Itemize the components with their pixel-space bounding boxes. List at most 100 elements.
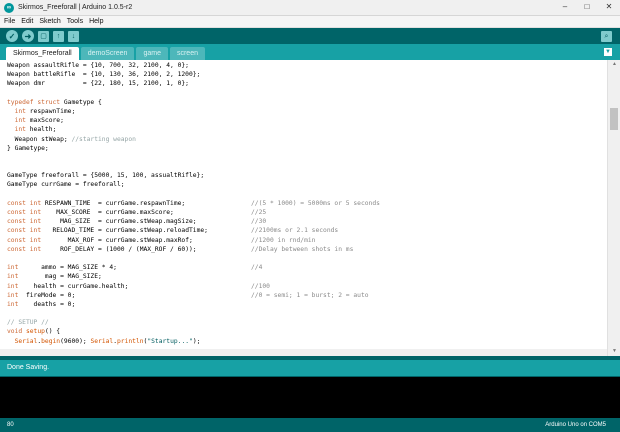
code-line[interactable]: const int ROF_DELAY = (1000 / (MAX_ROF /… xyxy=(7,245,607,254)
code-text: const int RELOAD_TIME = currGame.stWeap.… xyxy=(7,227,208,235)
tab-screen[interactable]: screen xyxy=(169,47,205,60)
code-line[interactable] xyxy=(7,254,607,263)
code-comment: //(5 * 1000) = 5000ms or 5 seconds xyxy=(251,199,380,207)
code-text: GameType freeforall = {5000, 15, 100, as… xyxy=(7,172,205,180)
menu-tools[interactable]: Tools xyxy=(67,18,83,25)
new-file-icon: ▢ xyxy=(40,33,47,40)
code-line[interactable]: } Gametype; xyxy=(7,144,607,153)
code-line[interactable]: Weapon dmr = {22, 180, 15, 2100, 1, 0}; xyxy=(7,79,607,88)
code-text: int health; xyxy=(14,126,57,134)
vertical-scrollbar[interactable]: ▲ ▼ xyxy=(607,60,620,356)
menu-edit[interactable]: Edit xyxy=(21,18,33,25)
magnifier-icon: ⌕ xyxy=(604,33,609,40)
arrow-right-icon: ➜ xyxy=(24,31,32,41)
code-line[interactable]: int maxScore; xyxy=(7,116,607,125)
code-text: const int MAX_SCORE = currGame.maxScore; xyxy=(7,209,174,216)
maximize-button[interactable]: □ xyxy=(576,0,598,14)
code-comment: //Delay between shots in ms xyxy=(251,245,354,253)
code-line[interactable]: GameType freeforall = {5000, 15, 100, as… xyxy=(7,171,607,180)
code-line[interactable] xyxy=(7,309,607,318)
save-sketch-button[interactable]: ↓ xyxy=(68,30,79,42)
menu-sketch[interactable]: Sketch xyxy=(39,18,60,25)
code-text: int health = currGame.health; xyxy=(7,282,129,290)
code-line[interactable]: typedef struct Gametype { xyxy=(7,98,607,107)
code-text: int ammo = MAG_SIZE * 4; xyxy=(7,264,117,272)
code-line[interactable]: // SETUP // xyxy=(7,318,607,327)
scrollbar-thumb[interactable] xyxy=(610,108,618,130)
code-comment: //4 xyxy=(251,264,263,272)
checkmark-icon: ✓ xyxy=(8,31,16,41)
code-editor[interactable]: Weapon assaultRifle = {10, 700, 32, 2100… xyxy=(0,60,607,356)
code-comment: //0 = semi; 1 = burst; 2 = auto xyxy=(251,291,369,299)
horizontal-scrollbar[interactable] xyxy=(0,349,607,356)
code-text: const int RESPAWN_TIME = currGame.respaw… xyxy=(7,199,186,207)
arrow-down-icon: ↓ xyxy=(71,32,76,40)
code-line[interactable]: Weapon battleRifle = {10, 130, 36, 2100,… xyxy=(7,70,607,79)
code-line[interactable] xyxy=(7,153,607,162)
new-sketch-button[interactable]: ▢ xyxy=(38,30,49,42)
line-number: 80 xyxy=(7,422,14,428)
tab-menu-button[interactable]: ▼ xyxy=(604,48,612,56)
code-line[interactable]: int mag = MAG_SIZE; xyxy=(7,272,607,281)
code-text: GameType currGame = freeforall; xyxy=(7,181,125,189)
code-line[interactable]: int health = currGame.health; //100 xyxy=(7,282,607,291)
code-text: int respawnTime; xyxy=(14,107,76,115)
code-text: void setup() { xyxy=(7,328,61,336)
code-line[interactable]: void setup() { xyxy=(7,327,607,336)
code-text: const int MAX_ROF = currGame.stWeap.maxR… xyxy=(7,236,193,244)
code-line[interactable]: const int MAG_SIZE = currGame.stWeap.mag… xyxy=(7,217,607,226)
board-info: Arduino Uno on COM5 xyxy=(545,422,606,428)
minimize-button[interactable]: – xyxy=(554,0,576,14)
open-sketch-button[interactable]: ↑ xyxy=(53,30,64,42)
code-text: const int MAG_SIZE = currGame.stWeap.mag… xyxy=(7,218,197,226)
code-line[interactable]: int fireMode = 0; //0 = semi; 1 = burst; … xyxy=(7,291,607,300)
code-line[interactable]: int ammo = MAG_SIZE * 4; //4 xyxy=(7,263,607,272)
code-line[interactable] xyxy=(7,162,607,171)
title-bar: ∞ Skirmos_Freeforall | Arduino 1.0.5-r2 … xyxy=(0,0,620,16)
menu-bar: File Edit Sketch Tools Help xyxy=(0,16,620,28)
code-comment: //30 xyxy=(251,218,267,226)
footer-bar: 80 Arduino Uno on COM5 xyxy=(0,418,620,432)
tab-game[interactable]: game xyxy=(136,47,168,60)
code-line[interactable]: const int MAX_ROF = currGame.stWeap.maxR… xyxy=(7,236,607,245)
tab-skirmos-freeforall[interactable]: Skirmos_Freeforall xyxy=(6,47,79,60)
code-line[interactable]: int deaths = 0; xyxy=(7,300,607,309)
code-text: Weapon stWeap; //starting weapon xyxy=(7,135,136,143)
code-text: Weapon dmr = {22, 180, 15, 2100, 1, 0}; xyxy=(7,80,189,88)
console-output[interactable] xyxy=(0,377,620,418)
scroll-up-icon[interactable]: ▲ xyxy=(608,60,620,69)
code-line[interactable]: int respawnTime; xyxy=(7,107,607,116)
tab-demoscreen[interactable]: demoScreen xyxy=(80,47,135,60)
code-line[interactable]: GameType currGame = freeforall; xyxy=(7,180,607,189)
menu-help[interactable]: Help xyxy=(89,18,103,25)
code-text: int maxScore; xyxy=(14,117,64,125)
code-line[interactable]: const int RESPAWN_TIME = currGame.respaw… xyxy=(7,199,607,208)
code-line[interactable] xyxy=(7,190,607,199)
arduino-logo-icon: ∞ xyxy=(4,2,14,13)
code-line[interactable]: Serial.begin(9600); Serial.println("Star… xyxy=(7,337,607,346)
code-line[interactable] xyxy=(7,89,607,98)
code-line[interactable]: const int RELOAD_TIME = currGame.stWeap.… xyxy=(7,226,607,235)
code-line[interactable]: Weapon stWeap; //starting weapon xyxy=(7,135,607,144)
code-comment: //100 xyxy=(251,282,270,290)
triangle-down-icon: ▼ xyxy=(605,49,611,55)
code-comment: //1200 in rnd/min xyxy=(251,236,316,244)
upload-button[interactable]: ➜ xyxy=(22,30,34,42)
window-title: Skirmos_Freeforall | Arduino 1.0.5-r2 xyxy=(18,4,133,11)
code-text: // SETUP // xyxy=(7,319,49,327)
code-comment: //2100ms or 2.1 seconds xyxy=(251,227,339,235)
code-text: } Gametype; xyxy=(7,144,49,152)
scroll-down-icon[interactable]: ▼ xyxy=(608,347,620,356)
code-text: Weapon assaultRifle = {10, 700, 32, 2100… xyxy=(7,62,189,69)
code-line[interactable]: int health; xyxy=(7,125,607,134)
code-text: Serial.begin(9600); Serial.println("Star… xyxy=(14,337,201,345)
code-line[interactable]: const int MAX_SCORE = currGame.maxScore;… xyxy=(7,208,607,217)
close-button[interactable]: ✕ xyxy=(598,0,620,14)
verify-button[interactable]: ✓ xyxy=(6,30,18,42)
tab-bar: Skirmos_Freeforall demoScreen game scree… xyxy=(0,44,620,60)
code-text: Weapon battleRifle = {10, 130, 36, 2100,… xyxy=(7,71,201,79)
menu-file[interactable]: File xyxy=(4,18,15,25)
arrow-up-icon: ↑ xyxy=(56,32,61,40)
code-line[interactable]: Weapon assaultRifle = {10, 700, 32, 2100… xyxy=(7,61,607,70)
serial-monitor-button[interactable]: ⌕ xyxy=(601,31,612,42)
